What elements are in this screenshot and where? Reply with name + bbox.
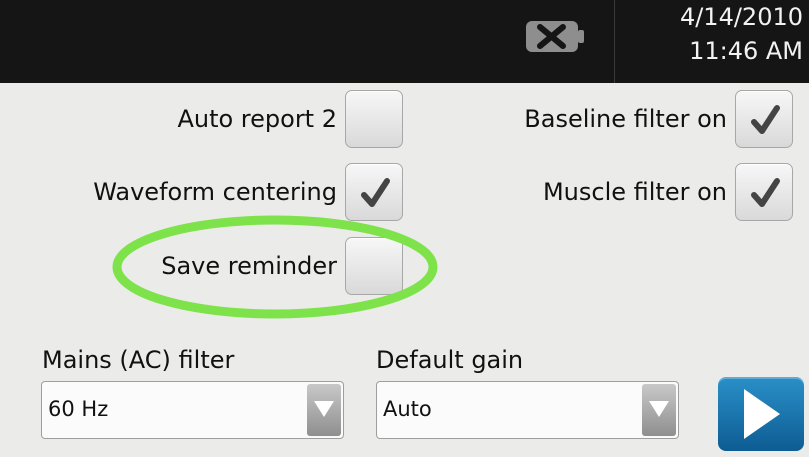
auto-report-2-checkbox[interactable] <box>345 90 403 148</box>
baseline-filter-label: Baseline filter on <box>524 105 727 133</box>
battery-empty-icon <box>525 20 585 53</box>
status-divider <box>614 0 615 83</box>
highlight-ellipse <box>112 215 438 319</box>
chevron-down-icon <box>649 401 669 417</box>
default-gain-select[interactable]: Auto <box>376 381 679 439</box>
mains-filter-select[interactable]: 60 Hz <box>41 381 344 439</box>
auto-report-2-label: Auto report 2 <box>177 105 337 133</box>
checkmark-icon <box>751 178 780 207</box>
time-display: 11:46 AM <box>689 37 803 65</box>
checkmark-icon <box>751 105 780 134</box>
status-bar: 4/14/2010 11:46 AM <box>0 0 809 83</box>
chevron-down-icon <box>314 401 334 417</box>
muscle-filter-label: Muscle filter on <box>542 178 727 206</box>
default-gain-value: Auto <box>383 397 432 421</box>
muscle-filter-checkbox[interactable] <box>735 163 793 221</box>
checkmark-icon <box>361 178 390 207</box>
baseline-filter-checkbox[interactable] <box>735 90 793 148</box>
mains-filter-label: Mains (AC) filter <box>42 346 235 374</box>
date-display: 4/14/2010 <box>679 3 803 31</box>
default-gain-dropdown-button[interactable] <box>642 384 676 436</box>
default-gain-label: Default gain <box>376 346 524 374</box>
mains-filter-value: 60 Hz <box>48 397 109 421</box>
next-button[interactable] <box>718 377 804 451</box>
waveform-centering-label: Waveform centering <box>93 178 337 206</box>
play-arrow-icon <box>744 389 780 439</box>
mains-filter-dropdown-button[interactable] <box>307 384 341 436</box>
